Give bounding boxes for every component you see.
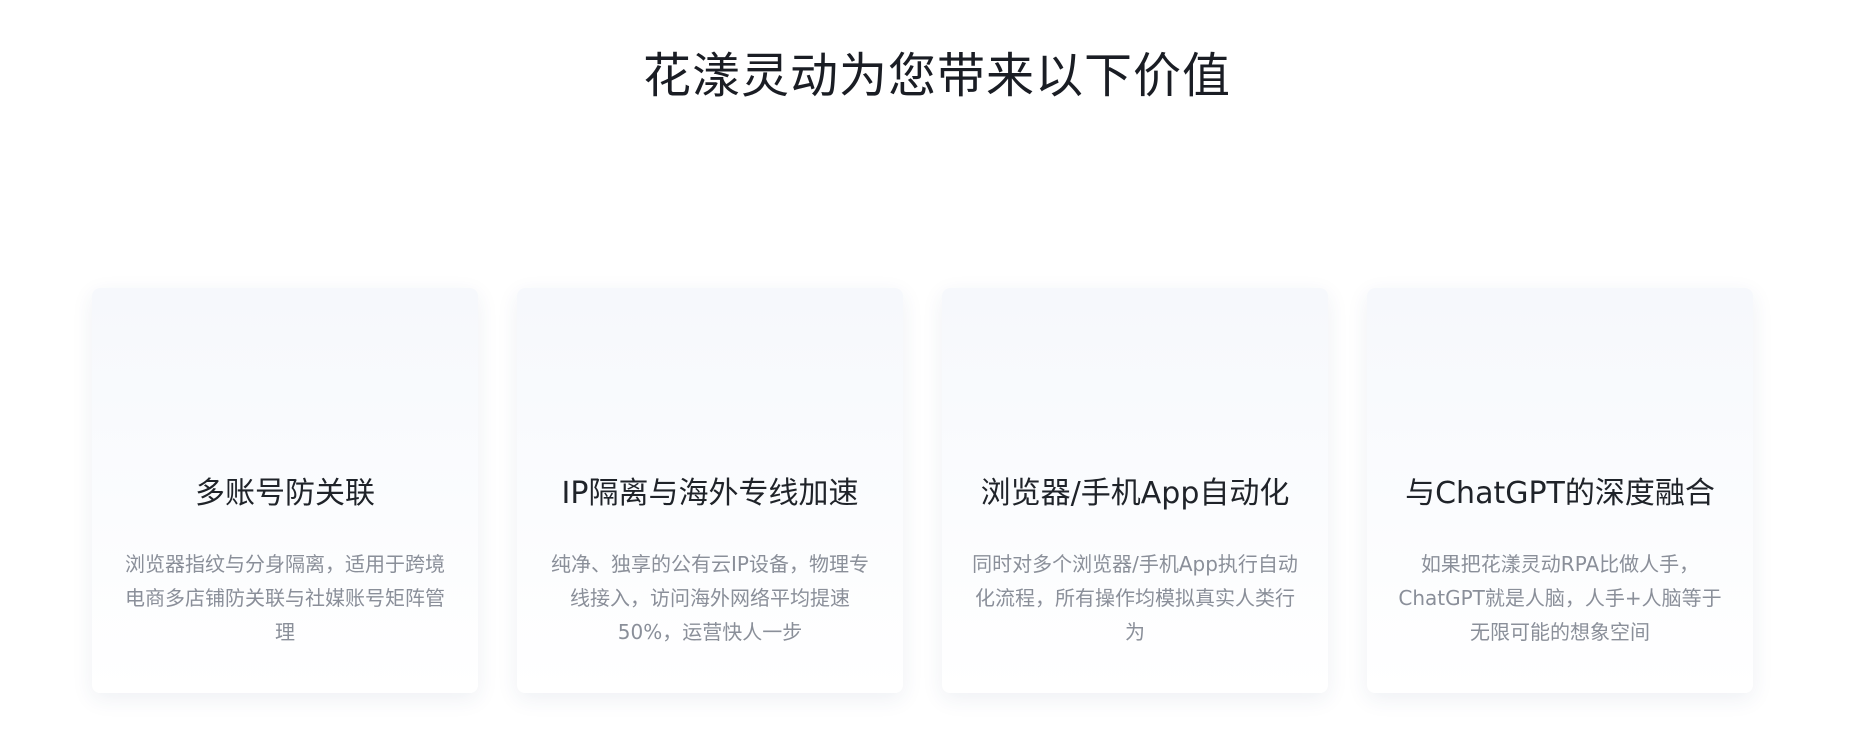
card-image-placeholder [92,288,478,458]
card-description: 同时对多个浏览器/手机App执行自动化流程，所有操作均模拟真实人类行为 [972,552,1298,644]
card-title: 多账号防关联 [195,476,375,511]
value-card-ip-isolation: IP隔离与海外专线加速 纯净、独享的公有云IP设备，物理专线接入，访问海外网络平… [517,288,903,693]
card-image-placeholder [942,288,1328,458]
card-title: 与ChatGPT的深度融合 [1405,476,1715,511]
card-description: 如果把花漾灵动RPA比做人手，ChatGPT就是人脑，人手+人脑等于无限可能的想… [1398,552,1722,644]
card-description: 纯净、独享的公有云IP设备，物理专线接入，访问海外网络平均提速50%，运营快人一… [551,552,869,644]
card-image-placeholder [1367,288,1753,458]
value-card-anti-association: 多账号防关联 浏览器指纹与分身隔离，适用于跨境电商多店铺防关联与社媒账号矩阵管理 [92,288,478,693]
value-card-chatgpt: 与ChatGPT的深度融合 如果把花漾灵动RPA比做人手，ChatGPT就是人脑… [1367,288,1753,693]
card-image-placeholder [517,288,903,458]
value-cards: 多账号防关联 浏览器指纹与分身隔离，适用于跨境电商多店铺防关联与社媒账号矩阵管理… [92,288,1754,693]
card-description: 浏览器指纹与分身隔离，适用于跨境电商多店铺防关联与社媒账号矩阵管理 [125,552,445,644]
card-title: IP隔离与海外专线加速 [561,476,859,511]
card-title: 浏览器/手机App自动化 [980,476,1290,511]
value-card-automation: 浏览器/手机App自动化 同时对多个浏览器/手机App执行自动化流程，所有操作均… [942,288,1328,693]
section-title: 花漾灵动为您带来以下价值 [642,48,1231,104]
